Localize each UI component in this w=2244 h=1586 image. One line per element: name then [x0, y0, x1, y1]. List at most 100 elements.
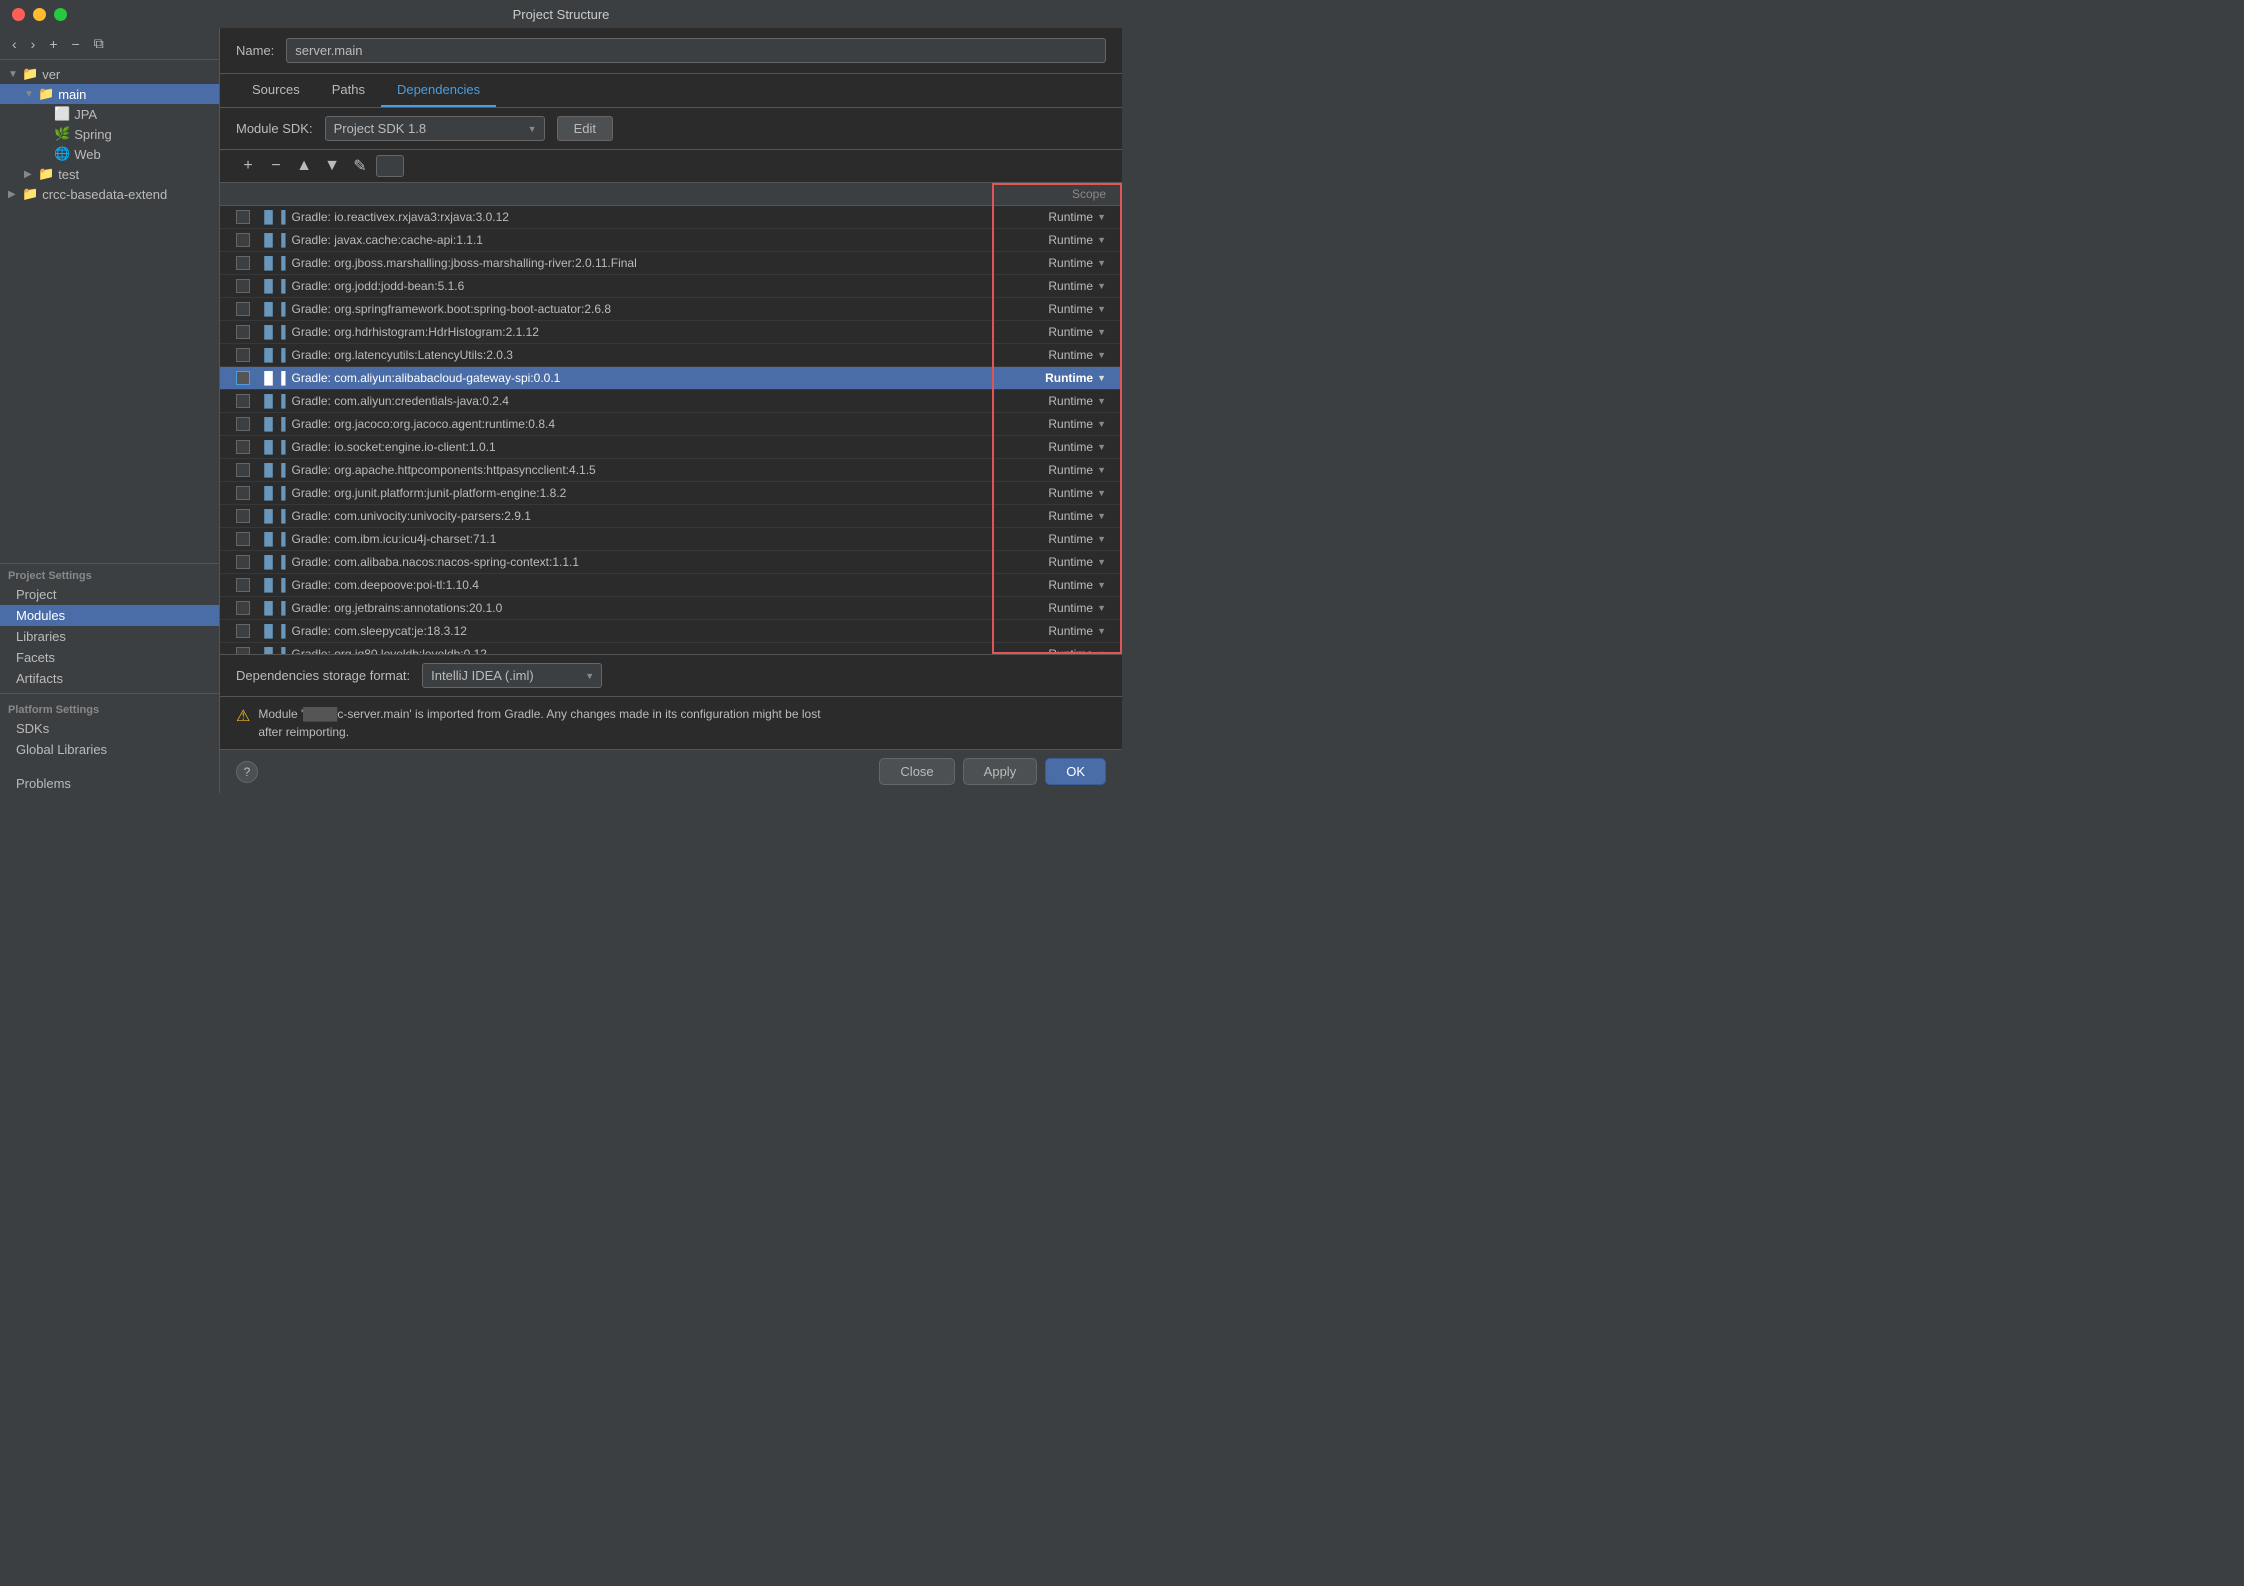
scope-dropdown-9[interactable]: Runtime ▼ — [1006, 394, 1106, 408]
tree-spring-item[interactable]: 🌿 Spring — [0, 124, 219, 144]
scope-dropdown-2[interactable]: Runtime ▼ — [1006, 233, 1106, 247]
copy-module-button[interactable]: ⧉ — [90, 33, 108, 54]
dep-row-4[interactable]: ▐▌▐ Gradle: org.jodd:jodd-bean:5.1.6 Run… — [220, 275, 1122, 298]
dep-checkbox-16[interactable] — [236, 555, 250, 569]
dep-row-12[interactable]: ▐▌▐ Gradle: org.apache.httpcomponents:ht… — [220, 459, 1122, 482]
remove-dep-button[interactable]: − — [264, 154, 288, 178]
dep-checkbox-9[interactable] — [236, 394, 250, 408]
scope-dropdown-1[interactable]: Runtime ▼ — [1006, 210, 1106, 224]
remove-module-button[interactable]: − — [68, 34, 84, 54]
sidebar-item-problems[interactable]: Problems — [0, 760, 219, 793]
dep-checkbox-18[interactable] — [236, 601, 250, 615]
tab-dependencies[interactable]: Dependencies — [381, 74, 496, 107]
ok-button[interactable]: OK — [1045, 758, 1106, 785]
dep-row-20[interactable]: ▐▌▐ Gradle: org.iq80.leveldb:leveldb:0.1… — [220, 643, 1122, 654]
dep-checkbox-12[interactable] — [236, 463, 250, 477]
dep-row-10[interactable]: ▐▌▐ Gradle: org.jacoco:org.jacoco.agent:… — [220, 413, 1122, 436]
dep-checkbox-19[interactable] — [236, 624, 250, 638]
close-button[interactable] — [12, 8, 25, 21]
scope-dropdown-10[interactable]: Runtime ▼ — [1006, 417, 1106, 431]
dep-row-3[interactable]: ▐▌▐ Gradle: org.jboss.marshalling:jboss-… — [220, 252, 1122, 275]
tree-test-item[interactable]: ▶ 📁 test — [0, 164, 219, 184]
deps-search-input[interactable] — [376, 155, 404, 177]
scope-dropdown-6[interactable]: Runtime ▼ — [1006, 325, 1106, 339]
scope-dropdown-13[interactable]: Runtime ▼ — [1006, 486, 1106, 500]
scope-dropdown-20[interactable]: Runtime ▼ — [1006, 647, 1106, 654]
scope-dropdown-3[interactable]: Runtime ▼ — [1006, 256, 1106, 270]
dep-row-6[interactable]: ▐▌▐ Gradle: org.hdrhistogram:HdrHistogra… — [220, 321, 1122, 344]
dep-row-13[interactable]: ▐▌▐ Gradle: org.junit.platform:junit-pla… — [220, 482, 1122, 505]
dep-checkbox-1[interactable] — [236, 210, 250, 224]
dep-row-11[interactable]: ▐▌▐ Gradle: io.socket:engine.io-client:1… — [220, 436, 1122, 459]
dep-checkbox-3[interactable] — [236, 256, 250, 270]
dep-row-8[interactable]: ▐▌▐ Gradle: com.aliyun:alibabacloud-gate… — [220, 367, 1122, 390]
scope-dropdown-4[interactable]: Runtime ▼ — [1006, 279, 1106, 293]
name-input[interactable] — [286, 38, 1106, 63]
dep-checkbox-11[interactable] — [236, 440, 250, 454]
dep-checkbox-10[interactable] — [236, 417, 250, 431]
dep-row-19[interactable]: ▐▌▐ Gradle: com.sleepycat:je:18.3.12 Run… — [220, 620, 1122, 643]
scope-dropdown-18[interactable]: Runtime ▼ — [1006, 601, 1106, 615]
dep-checkbox-13[interactable] — [236, 486, 250, 500]
scope-dropdown-16[interactable]: Runtime ▼ — [1006, 555, 1106, 569]
scope-dropdown-12[interactable]: Runtime ▼ — [1006, 463, 1106, 477]
scope-dropdown-19[interactable]: Runtime ▼ — [1006, 624, 1106, 638]
scope-dropdown-5[interactable]: Runtime ▼ — [1006, 302, 1106, 316]
dep-checkbox-7[interactable] — [236, 348, 250, 362]
dep-row-2[interactable]: ▐▌▐ Gradle: javax.cache:cache-api:1.1.1 … — [220, 229, 1122, 252]
scope-dropdown-14[interactable]: Runtime ▼ — [1006, 509, 1106, 523]
sdk-select[interactable]: Project SDK 1.8 — [325, 116, 545, 141]
tab-sources[interactable]: Sources — [236, 74, 316, 107]
add-dep-button[interactable]: + — [236, 154, 260, 178]
dep-row-15[interactable]: ▐▌▐ Gradle: com.ibm.icu:icu4j-charset:71… — [220, 528, 1122, 551]
dep-row-1[interactable]: ▐▌▐ Gradle: io.reactivex.rxjava3:rxjava:… — [220, 206, 1122, 229]
scope-dropdown-17[interactable]: Runtime ▼ — [1006, 578, 1106, 592]
dep-checkbox-5[interactable] — [236, 302, 250, 316]
sidebar-item-global-libraries[interactable]: Global Libraries — [0, 739, 219, 760]
scope-dropdown-15[interactable]: Runtime ▼ — [1006, 532, 1106, 546]
dep-checkbox-14[interactable] — [236, 509, 250, 523]
deps-table[interactable]: ▐▌▐ Gradle: io.reactivex.rxjava3:rxjava:… — [220, 206, 1122, 654]
sidebar-item-artifacts[interactable]: Artifacts — [0, 668, 219, 689]
sidebar-item-facets[interactable]: Facets — [0, 647, 219, 668]
apply-button[interactable]: Apply — [963, 758, 1038, 785]
move-up-button[interactable]: ▲ — [292, 154, 316, 178]
sidebar-item-modules[interactable]: Modules — [0, 605, 219, 626]
nav-forward-button[interactable]: › — [27, 34, 40, 54]
add-module-button[interactable]: + — [45, 34, 61, 54]
tree-main-item[interactable]: ▼ 📁 main — [0, 84, 219, 104]
dep-checkbox-6[interactable] — [236, 325, 250, 339]
tree-jpa-item[interactable]: ⬜ JPA — [0, 104, 219, 124]
sidebar-item-sdks[interactable]: SDKs — [0, 718, 219, 739]
tree-root-item[interactable]: ▼ 📁 ver — [0, 64, 219, 84]
dep-checkbox-20[interactable] — [236, 647, 250, 654]
minimize-button[interactable] — [33, 8, 46, 21]
storage-select[interactable]: IntelliJ IDEA (.iml) Gradle Maven — [422, 663, 602, 688]
scope-dropdown-8[interactable]: Runtime ▼ — [1006, 371, 1106, 385]
dep-checkbox-8[interactable] — [236, 371, 250, 385]
dep-checkbox-15[interactable] — [236, 532, 250, 546]
tab-paths[interactable]: Paths — [316, 74, 381, 107]
tree-crcc-item[interactable]: ▶ 📁 crcc-basedata-extend — [0, 184, 219, 204]
tree-web-item[interactable]: 🌐 Web — [0, 144, 219, 164]
dep-row-5[interactable]: ▐▌▐ Gradle: org.springframework.boot:spr… — [220, 298, 1122, 321]
dep-row-18[interactable]: ▐▌▐ Gradle: org.jetbrains:annotations:20… — [220, 597, 1122, 620]
dep-checkbox-2[interactable] — [236, 233, 250, 247]
dep-row-14[interactable]: ▐▌▐ Gradle: com.univocity:univocity-pars… — [220, 505, 1122, 528]
edit-dep-button[interactable]: ✎ — [348, 154, 372, 178]
nav-back-button[interactable]: ‹ — [8, 34, 21, 54]
close-dialog-button[interactable]: Close — [879, 758, 954, 785]
dep-row-17[interactable]: ▐▌▐ Gradle: com.deepoove:poi-tl:1.10.4 R… — [220, 574, 1122, 597]
dep-checkbox-17[interactable] — [236, 578, 250, 592]
dep-row-7[interactable]: ▐▌▐ Gradle: org.latencyutils:LatencyUtil… — [220, 344, 1122, 367]
help-button[interactable]: ? — [236, 761, 258, 783]
dep-row-9[interactable]: ▐▌▐ Gradle: com.aliyun:credentials-java:… — [220, 390, 1122, 413]
dep-checkbox-4[interactable] — [236, 279, 250, 293]
dep-row-16[interactable]: ▐▌▐ Gradle: com.alibaba.nacos:nacos-spri… — [220, 551, 1122, 574]
scope-dropdown-7[interactable]: Runtime ▼ — [1006, 348, 1106, 362]
move-down-button[interactable]: ▼ — [320, 154, 344, 178]
sidebar-item-project[interactable]: Project — [0, 584, 219, 605]
maximize-button[interactable] — [54, 8, 67, 21]
sdk-edit-button[interactable]: Edit — [557, 116, 613, 141]
scope-dropdown-11[interactable]: Runtime ▼ — [1006, 440, 1106, 454]
